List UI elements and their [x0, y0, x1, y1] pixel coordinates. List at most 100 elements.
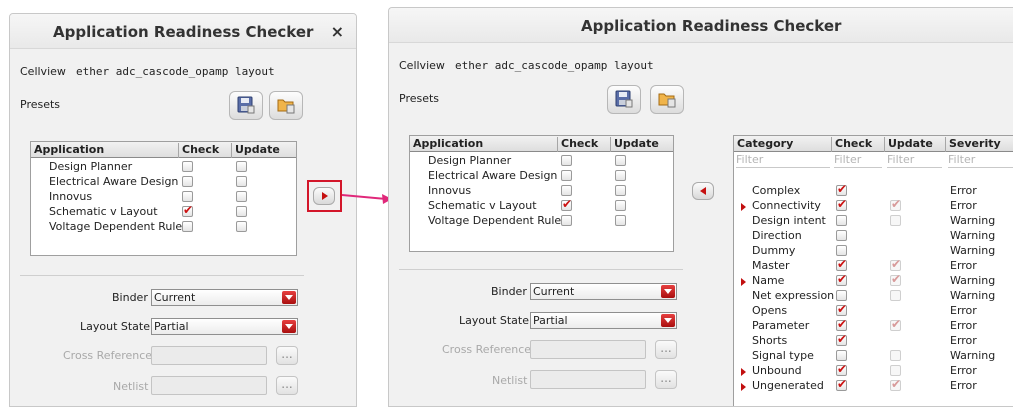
layout-state-select[interactable]: Partial	[151, 318, 298, 335]
collapse-categories-button[interactable]	[692, 182, 714, 200]
application-row[interactable]: Electrical Aware Design	[410, 168, 673, 183]
netlist-field[interactable]	[530, 370, 646, 389]
application-row[interactable]: Design Planner	[31, 159, 296, 174]
checkbox[interactable]	[236, 176, 247, 187]
checkbox-checked[interactable]: ✔	[890, 377, 901, 391]
severity-value[interactable]: Error	[950, 259, 977, 272]
checkbox-checked[interactable]: ✔	[836, 317, 847, 331]
cross-reference-field[interactable]	[530, 340, 646, 359]
column-header-application[interactable]: Application	[410, 137, 557, 152]
category-filter-input[interactable]: Filter	[736, 153, 830, 168]
category-row[interactable]: Name ✔ ✔ Warning	[734, 272, 1013, 288]
cross-reference-browse-button[interactable]: ...	[276, 346, 298, 365]
checkbox[interactable]	[890, 350, 901, 361]
binder-select[interactable]: Current	[151, 289, 298, 306]
checkbox[interactable]	[615, 170, 626, 181]
severity-value[interactable]: Error	[950, 334, 977, 347]
column-header-check[interactable]: Check	[557, 137, 610, 152]
checkbox[interactable]	[615, 215, 626, 226]
check-filter-input[interactable]: Filter	[834, 153, 882, 168]
application-row[interactable]: Innovus	[410, 183, 673, 198]
category-row[interactable]: Unbound ✔ Error	[734, 362, 1013, 378]
checkbox[interactable]	[890, 290, 901, 301]
checkbox-checked[interactable]: ✔	[836, 182, 847, 196]
category-row[interactable]: Ungenerated ✔ ✔ Error	[734, 377, 1013, 393]
cross-reference-browse-button[interactable]: ...	[655, 340, 677, 359]
checkbox[interactable]	[615, 155, 626, 166]
checkbox[interactable]	[836, 230, 847, 241]
severity-value[interactable]: Error	[950, 184, 977, 197]
category-row[interactable]: Shorts ✔ Error	[734, 332, 1013, 348]
checkbox-checked[interactable]: ✔	[561, 197, 572, 211]
application-row[interactable]: Voltage Dependent Rule	[410, 213, 673, 228]
cross-reference-field[interactable]	[151, 346, 267, 365]
left-title-bar[interactable]: Application Readiness Checker ×	[10, 14, 356, 49]
severity-value[interactable]: Error	[950, 364, 977, 377]
load-preset-button[interactable]	[269, 91, 303, 120]
netlist-browse-button[interactable]: ...	[655, 370, 677, 389]
checkbox[interactable]	[561, 155, 572, 166]
checkbox[interactable]	[890, 365, 901, 376]
application-row[interactable]: Electrical Aware Design	[31, 174, 296, 189]
checkbox[interactable]	[236, 221, 247, 232]
expand-triangle-icon[interactable]	[741, 383, 746, 391]
category-row[interactable]: Net expression Warning	[734, 288, 1013, 303]
severity-value[interactable]: Error	[950, 199, 977, 212]
expand-triangle-icon[interactable]	[741, 278, 746, 286]
checkbox-checked[interactable]: ✔	[836, 377, 847, 391]
checkbox[interactable]	[836, 215, 847, 226]
column-header-check[interactable]: Check	[178, 143, 231, 158]
load-preset-button[interactable]	[650, 85, 684, 114]
checkbox-checked[interactable]: ✔	[836, 272, 847, 286]
severity-value[interactable]: Warning	[950, 244, 995, 257]
category-row[interactable]: Opens ✔ Error	[734, 302, 1013, 318]
checkbox[interactable]	[236, 161, 247, 172]
application-row[interactable]: Schematic v Layout ✔	[410, 197, 673, 213]
category-row[interactable]: Design intent Warning	[734, 213, 1013, 228]
checkbox-checked[interactable]: ✔	[836, 197, 847, 211]
category-row[interactable]: Connectivity ✔ ✔ Error	[734, 197, 1013, 213]
checkbox[interactable]	[836, 245, 847, 256]
save-preset-button[interactable]	[229, 91, 263, 120]
column-header-update[interactable]: Update	[884, 137, 945, 152]
update-filter-input[interactable]: Filter	[887, 153, 942, 168]
column-header-check[interactable]: Check	[831, 137, 884, 152]
severity-value[interactable]: Warning	[950, 289, 995, 302]
column-header-update[interactable]: Update	[231, 143, 296, 158]
checkbox[interactable]	[561, 215, 572, 226]
checkbox-checked[interactable]: ✔	[182, 203, 193, 217]
checkbox[interactable]	[836, 290, 847, 301]
application-row[interactable]: Schematic v Layout ✔	[31, 203, 296, 219]
checkbox-checked[interactable]: ✔	[890, 257, 901, 271]
checkbox-checked[interactable]: ✔	[890, 317, 901, 331]
netlist-browse-button[interactable]: ...	[276, 376, 298, 395]
column-header-update[interactable]: Update	[610, 137, 673, 152]
application-row[interactable]: Innovus	[31, 189, 296, 204]
binder-select[interactable]: Current	[530, 283, 677, 300]
checkbox-checked[interactable]: ✔	[836, 362, 847, 376]
checkbox-checked[interactable]: ✔	[836, 332, 847, 346]
severity-value[interactable]: Warning	[950, 349, 995, 362]
severity-filter-input[interactable]: Filter	[948, 153, 1013, 168]
checkbox[interactable]	[236, 191, 247, 202]
checkbox[interactable]	[182, 176, 193, 187]
expand-triangle-icon[interactable]	[741, 368, 746, 376]
checkbox-checked[interactable]: ✔	[836, 302, 847, 316]
category-row[interactable]: Parameter ✔ ✔ Error	[734, 317, 1013, 333]
category-row[interactable]: Direction Warning	[734, 228, 1013, 243]
checkbox[interactable]	[615, 185, 626, 196]
expand-triangle-icon[interactable]	[741, 203, 746, 211]
severity-value[interactable]: Error	[950, 379, 977, 392]
save-preset-button[interactable]	[607, 85, 641, 114]
checkbox[interactable]	[561, 170, 572, 181]
column-header-category[interactable]: Category	[734, 137, 831, 152]
category-row[interactable]: Master ✔ ✔ Error	[734, 257, 1013, 273]
column-header-application[interactable]: Application	[31, 143, 178, 158]
severity-value[interactable]: Warning	[950, 214, 995, 227]
application-row[interactable]: Design Planner	[410, 153, 673, 168]
close-icon[interactable]: ×	[331, 22, 344, 41]
checkbox[interactable]	[236, 206, 247, 217]
checkbox-checked[interactable]: ✔	[890, 272, 901, 286]
checkbox[interactable]	[615, 200, 626, 211]
checkbox[interactable]	[561, 185, 572, 196]
